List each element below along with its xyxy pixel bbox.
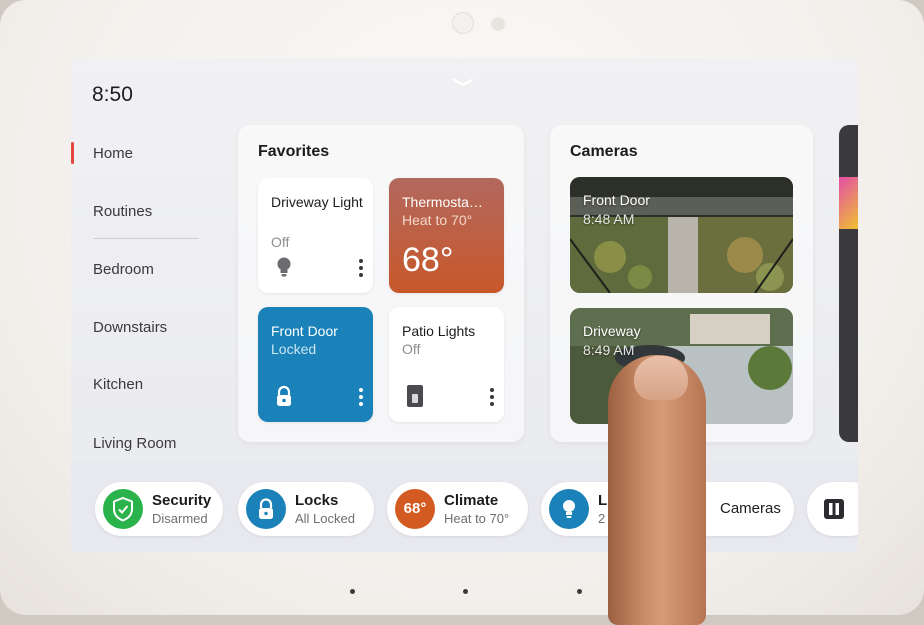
chip-subtitle: All Locked xyxy=(295,511,355,526)
microphone-dot-icon xyxy=(463,589,468,594)
chip-media[interactable] xyxy=(807,482,858,536)
tile-name: Front Door xyxy=(271,323,338,339)
camera-name: Front Door xyxy=(583,192,650,208)
cameras-title: Cameras xyxy=(570,143,638,160)
tile-state: Off xyxy=(402,341,421,357)
lock-icon xyxy=(246,489,286,529)
light-sensor-icon xyxy=(491,17,505,31)
tile-thermostat[interactable]: Thermosta… Heat to 70° 68° xyxy=(389,178,504,293)
fingernail xyxy=(634,356,688,400)
nav-item-downstairs[interactable]: Downstairs xyxy=(93,319,167,336)
chip-title: Cameras xyxy=(720,500,781,517)
shield-check-icon xyxy=(103,489,143,529)
nav-item-bedroom[interactable]: Bedroom xyxy=(93,261,154,278)
home-screen: 8:50 Home Routines Bedroom Downstairs Ki… xyxy=(71,58,858,552)
tile-state: Off xyxy=(271,234,290,250)
nav-divider xyxy=(93,238,199,239)
camera-timestamp: 8:49 AM xyxy=(583,342,635,358)
tile-name: Driveway Light xyxy=(271,194,363,210)
pause-icon xyxy=(824,499,844,519)
favorites-panel: Favorites Driveway Light Off Thermosta… … xyxy=(238,125,524,442)
tile-driveway-light[interactable]: Driveway Light Off xyxy=(258,178,373,293)
nav-active-indicator xyxy=(71,142,74,164)
media-thumbnail xyxy=(839,177,858,229)
more-options-icon[interactable] xyxy=(359,388,363,408)
chip-security[interactable]: Security Disarmed xyxy=(95,482,223,536)
more-options-icon[interactable] xyxy=(359,259,363,279)
next-panel-peek[interactable] xyxy=(839,125,858,442)
chip-subtitle: Disarmed xyxy=(152,511,208,526)
camera-timestamp: 8:48 AM xyxy=(583,211,635,227)
chip-locks[interactable]: Locks All Locked xyxy=(238,482,374,536)
tile-state: Locked xyxy=(271,341,317,357)
nav-item-kitchen[interactable]: Kitchen xyxy=(93,376,143,393)
nav-item-routines[interactable]: Routines xyxy=(93,203,152,220)
microphone-dot-icon xyxy=(577,589,582,594)
tile-name: Thermosta… xyxy=(402,194,483,210)
chip-title: Security xyxy=(152,492,212,509)
camera-name: Driveway xyxy=(583,323,641,339)
nav-item-home[interactable]: Home xyxy=(93,145,133,162)
climate-badge: 68° xyxy=(395,489,435,529)
quick-actions-bar: Security Disarmed Locks All Locked 68° C… xyxy=(71,462,858,552)
camera-feed-front-door[interactable]: Front Door 8:48 AM xyxy=(570,177,793,293)
chip-subtitle: Heat to 70° xyxy=(444,511,510,526)
clock-time: 8:50 xyxy=(92,83,133,106)
tile-state: Heat to 70° xyxy=(402,212,473,228)
chip-subtitle: 2 xyxy=(598,511,606,526)
light-switch-icon xyxy=(407,385,423,407)
lightbulb-icon xyxy=(277,257,291,277)
nav-item-living-room[interactable]: Living Room xyxy=(93,435,176,452)
tile-name: Patio Lights xyxy=(402,323,476,339)
chevron-down-icon[interactable] xyxy=(452,78,474,88)
favorites-title: Favorites xyxy=(258,143,330,160)
chip-title: Climate xyxy=(444,492,499,509)
lock-icon xyxy=(277,385,291,406)
more-options-icon[interactable] xyxy=(490,388,494,408)
thermostat-temperature: 68° xyxy=(402,241,454,279)
chip-title: Locks xyxy=(295,492,339,509)
tile-patio-lights[interactable]: Patio Lights Off xyxy=(389,307,504,422)
camera-lens-icon xyxy=(452,12,474,34)
microphone-dot-icon xyxy=(350,589,355,594)
chip-climate[interactable]: 68° Climate Heat to 70° xyxy=(387,482,528,536)
tile-front-door[interactable]: Front Door Locked xyxy=(258,307,373,422)
lightbulb-icon xyxy=(549,489,589,529)
